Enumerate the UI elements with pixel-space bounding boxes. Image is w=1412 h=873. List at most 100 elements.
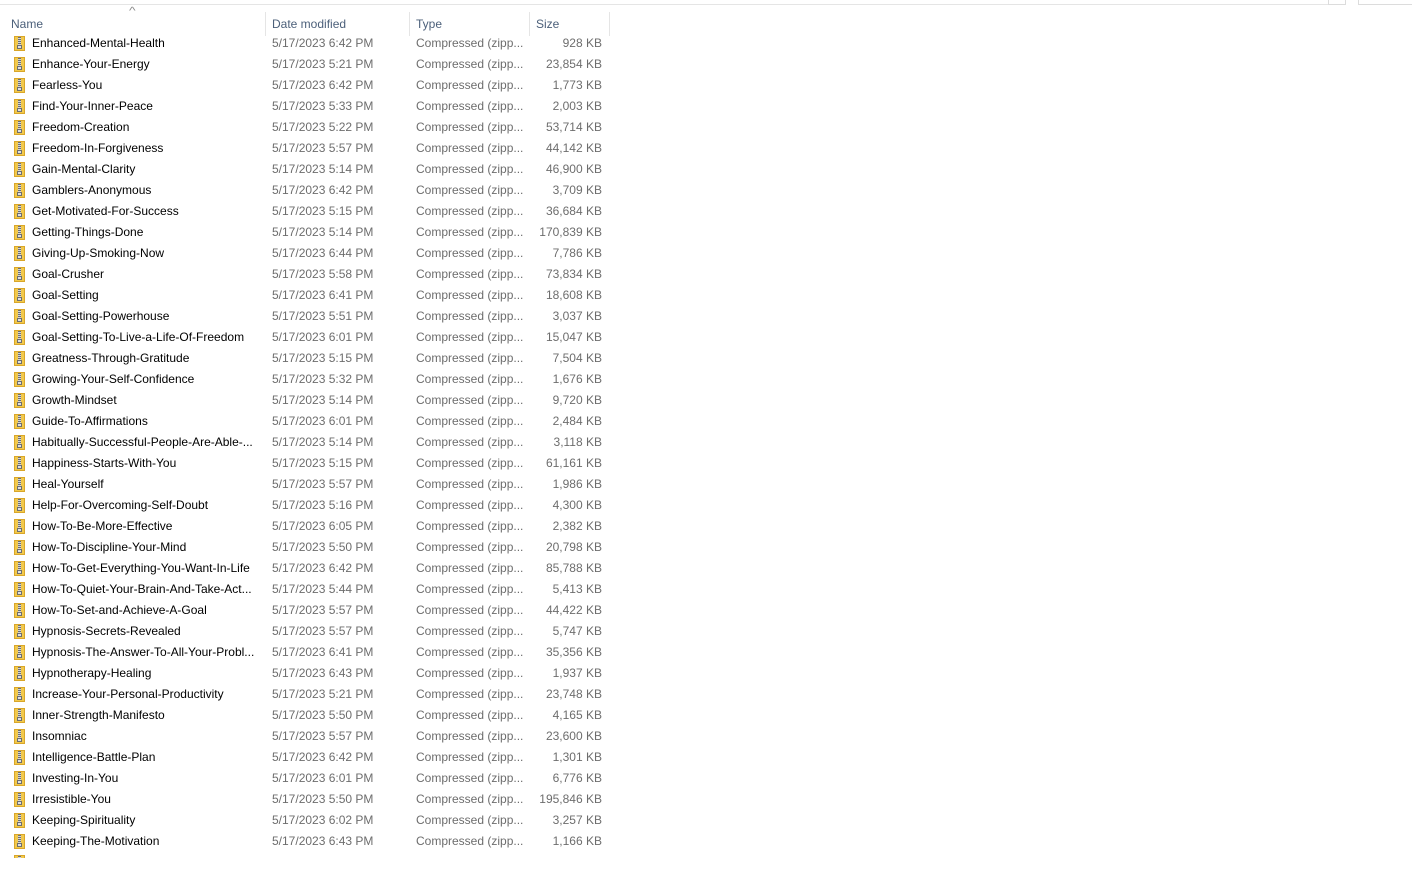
file-date-modified: 5/17/2023 5:14 PM bbox=[272, 435, 374, 449]
file-name: Inner-Strength-Manifesto bbox=[32, 708, 165, 722]
file-row[interactable]: Gain-Mental-Clarity 5/17/2023 5:14 PM Comp… bbox=[0, 159, 620, 180]
file-date-modified: 5/17/2023 6:42 PM bbox=[272, 36, 374, 50]
file-date-modified: 5/17/2023 5:58 PM bbox=[272, 267, 374, 281]
zip-folder-icon bbox=[14, 645, 25, 660]
zip-folder-icon bbox=[14, 204, 25, 219]
zip-folder-icon bbox=[14, 792, 25, 807]
file-row[interactable]: Hypnosis-The-Answer-To-All-Your-Probl...… bbox=[0, 642, 620, 663]
file-name: Freedom-Creation bbox=[32, 120, 130, 134]
file-row[interactable]: Freedom-Creation 5/17/2023 5:22 PM Compres… bbox=[0, 117, 620, 138]
file-row[interactable]: Gamblers-Anonymous 5/17/2023 6:42 PM Compr… bbox=[0, 180, 620, 201]
file-type: Compressed (zipp... bbox=[416, 771, 524, 785]
file-row[interactable]: Happiness-Starts-With-You 5/17/2023 5:15 … bbox=[0, 453, 620, 474]
file-size: 46,900 KB bbox=[545, 162, 602, 176]
file-row[interactable]: Getting-Things-Done 5/17/2023 5:14 PM Comp… bbox=[0, 222, 620, 243]
file-type: Compressed (zipp... bbox=[416, 435, 524, 449]
file-size: 7,504 KB bbox=[552, 351, 602, 365]
file-row[interactable]: Investing-In-You 5/17/2023 6:01 PM Compres… bbox=[0, 768, 620, 789]
file-size: 4,165 KB bbox=[552, 708, 602, 722]
file-row[interactable]: Goal-Setting 5/17/2023 6:41 PM Compressed … bbox=[0, 285, 620, 306]
file-row[interactable]: Irresistible-You 5/17/2023 5:50 PM Compres… bbox=[0, 789, 620, 810]
file-row[interactable]: Find-Your-Inner-Peace 5/17/2023 5:33 PM Co… bbox=[0, 96, 620, 117]
file-date-modified: 5/17/2023 6:42 PM bbox=[272, 561, 374, 575]
file-size: 2,484 KB bbox=[552, 414, 602, 428]
file-name: How-To-Quiet-Your-Brain-And-Take-Act... bbox=[32, 582, 252, 596]
zip-folder-icon bbox=[14, 708, 25, 723]
file-date-modified: 5/17/2023 5:50 PM bbox=[272, 708, 374, 722]
file-date-modified: 5/17/2023 6:41 PM bbox=[272, 645, 374, 659]
file-row[interactable]: Goal-Crusher 5/17/2023 5:58 PM Compressed … bbox=[0, 264, 620, 285]
file-row-partial[interactable] bbox=[0, 852, 620, 858]
file-row[interactable]: Insomniac 5/17/2023 5:57 PM Compressed (zi… bbox=[0, 726, 620, 747]
zip-folder-icon bbox=[14, 57, 25, 72]
file-row[interactable]: How-To-Be-More-Effective 5/17/2023 6:05 P… bbox=[0, 516, 620, 537]
file-row[interactable]: Growth-Mindset 5/17/2023 5:14 PM Compresse… bbox=[0, 390, 620, 411]
file-type: Compressed (zipp... bbox=[416, 330, 524, 344]
zip-folder-icon bbox=[14, 36, 25, 51]
zip-folder-icon bbox=[14, 729, 25, 744]
file-name: Intelligence-Battle-Plan bbox=[32, 750, 156, 764]
file-row[interactable]: Intelligence-Battle-Plan 5/17/2023 6:42 P… bbox=[0, 747, 620, 768]
file-date-modified: 5/17/2023 6:01 PM bbox=[272, 414, 374, 428]
file-row[interactable]: Giving-Up-Smoking-Now 5/17/2023 6:44 PM Co… bbox=[0, 243, 620, 264]
file-date-modified: 5/17/2023 5:14 PM bbox=[272, 162, 374, 176]
file-name: Giving-Up-Smoking-Now bbox=[32, 246, 165, 260]
file-row[interactable]: Freedom-In-Forgiveness 5/17/2023 5:57 PM C… bbox=[0, 138, 620, 159]
zip-folder-icon bbox=[14, 225, 25, 240]
file-row[interactable]: Heal-Yourself 5/17/2023 5:57 PM Compressed… bbox=[0, 474, 620, 495]
file-row[interactable]: Keeping-The-Motivation 5/17/2023 6:43 PM C… bbox=[0, 831, 620, 852]
file-list: Enhanced-Mental-Health 5/17/2023 6:42 PM C… bbox=[0, 33, 620, 858]
file-name: Habitually-Successful-People-Are-Able-..… bbox=[32, 435, 253, 449]
file-date-modified: 5/17/2023 5:15 PM bbox=[272, 204, 374, 218]
file-type: Compressed (zipp... bbox=[416, 498, 524, 512]
top-right-control bbox=[1328, 0, 1346, 5]
zip-folder-icon bbox=[14, 372, 25, 387]
file-name: How-To-Get-Everything-You-Want-In-Life bbox=[32, 561, 250, 575]
file-row[interactable]: Hypnosis-Secrets-Revealed 5/17/2023 5:57 … bbox=[0, 621, 620, 642]
file-date-modified: 5/17/2023 5:51 PM bbox=[272, 309, 374, 323]
file-size: 9,720 KB bbox=[552, 393, 602, 407]
zip-folder-icon bbox=[14, 624, 25, 639]
file-row[interactable]: Growing-Your-Self-Confidence 5/17/2023 5:… bbox=[0, 369, 620, 390]
file-size: 3,257 KB bbox=[552, 813, 602, 827]
file-size: 195,846 KB bbox=[539, 792, 602, 806]
file-type: Compressed (zipp... bbox=[416, 372, 524, 386]
file-size: 1,301 KB bbox=[552, 750, 602, 764]
file-row[interactable]: Habitually-Successful-People-Are-Able-..… bbox=[0, 432, 620, 453]
file-name: Hypnotherapy-Healing bbox=[32, 666, 152, 680]
zip-folder-icon bbox=[14, 750, 25, 765]
file-row[interactable]: Guide-To-Affirmations 5/17/2023 6:01 PM Co… bbox=[0, 411, 620, 432]
file-row[interactable]: Inner-Strength-Manifesto 5/17/2023 5:50 P… bbox=[0, 705, 620, 726]
file-date-modified: 5/17/2023 5:50 PM bbox=[272, 792, 374, 806]
file-date-modified: 5/17/2023 5:33 PM bbox=[272, 99, 374, 113]
zip-folder-icon bbox=[14, 771, 25, 786]
file-row[interactable]: Keeping-Spirituality 5/17/2023 6:02 PM Com… bbox=[0, 810, 620, 831]
zip-folder-icon bbox=[14, 687, 25, 702]
file-date-modified: 5/17/2023 5:44 PM bbox=[272, 582, 374, 596]
file-row[interactable]: Increase-Your-Personal-Productivity 5/17/… bbox=[0, 684, 620, 705]
file-size: 928 KB bbox=[562, 36, 602, 50]
file-name: Goal-Setting bbox=[32, 288, 99, 302]
file-row[interactable]: Get-Motivated-For-Success 5/17/2023 5:15 … bbox=[0, 201, 620, 222]
file-row[interactable]: Enhanced-Mental-Health 5/17/2023 6:42 PM C… bbox=[0, 33, 620, 54]
file-row[interactable]: How-To-Quiet-Your-Brain-And-Take-Act... 5… bbox=[0, 579, 620, 600]
file-type: Compressed (zipp... bbox=[416, 414, 524, 428]
file-row[interactable]: How-To-Get-Everything-You-Want-In-Life 5/… bbox=[0, 558, 620, 579]
file-row[interactable]: How-To-Discipline-Your-Mind 5/17/2023 5:5… bbox=[0, 537, 620, 558]
zip-folder-icon bbox=[14, 456, 25, 471]
file-name: Getting-Things-Done bbox=[32, 225, 144, 239]
file-name: Help-For-Overcoming-Self-Doubt bbox=[32, 498, 209, 512]
file-date-modified: 5/17/2023 6:02 PM bbox=[272, 813, 374, 827]
file-name: Keeping-The-Motivation bbox=[32, 834, 160, 848]
file-row[interactable]: Hypnotherapy-Healing 5/17/2023 6:43 PM Com… bbox=[0, 663, 620, 684]
file-size: 1,986 KB bbox=[552, 477, 602, 491]
file-row[interactable]: Fearless-You 5/17/2023 6:42 PM Compressed … bbox=[0, 75, 620, 96]
file-row[interactable]: How-To-Set-and-Achieve-A-Goal 5/17/2023 5… bbox=[0, 600, 620, 621]
file-row[interactable]: Enhance-Your-Energy 5/17/2023 5:21 PM Comp… bbox=[0, 54, 620, 75]
file-row[interactable]: Greatness-Through-Gratitude 5/17/2023 5:1… bbox=[0, 348, 620, 369]
file-name: Enhance-Your-Energy bbox=[32, 57, 150, 71]
file-row[interactable]: Goal-Setting-To-Live-a-Life-Of-Freedom 5/… bbox=[0, 327, 620, 348]
file-row[interactable]: Goal-Setting-Powerhouse 5/17/2023 5:51 PM… bbox=[0, 306, 620, 327]
file-row[interactable]: Help-For-Overcoming-Self-Doubt 5/17/2023 … bbox=[0, 495, 620, 516]
window-top-border bbox=[0, 4, 1328, 5]
